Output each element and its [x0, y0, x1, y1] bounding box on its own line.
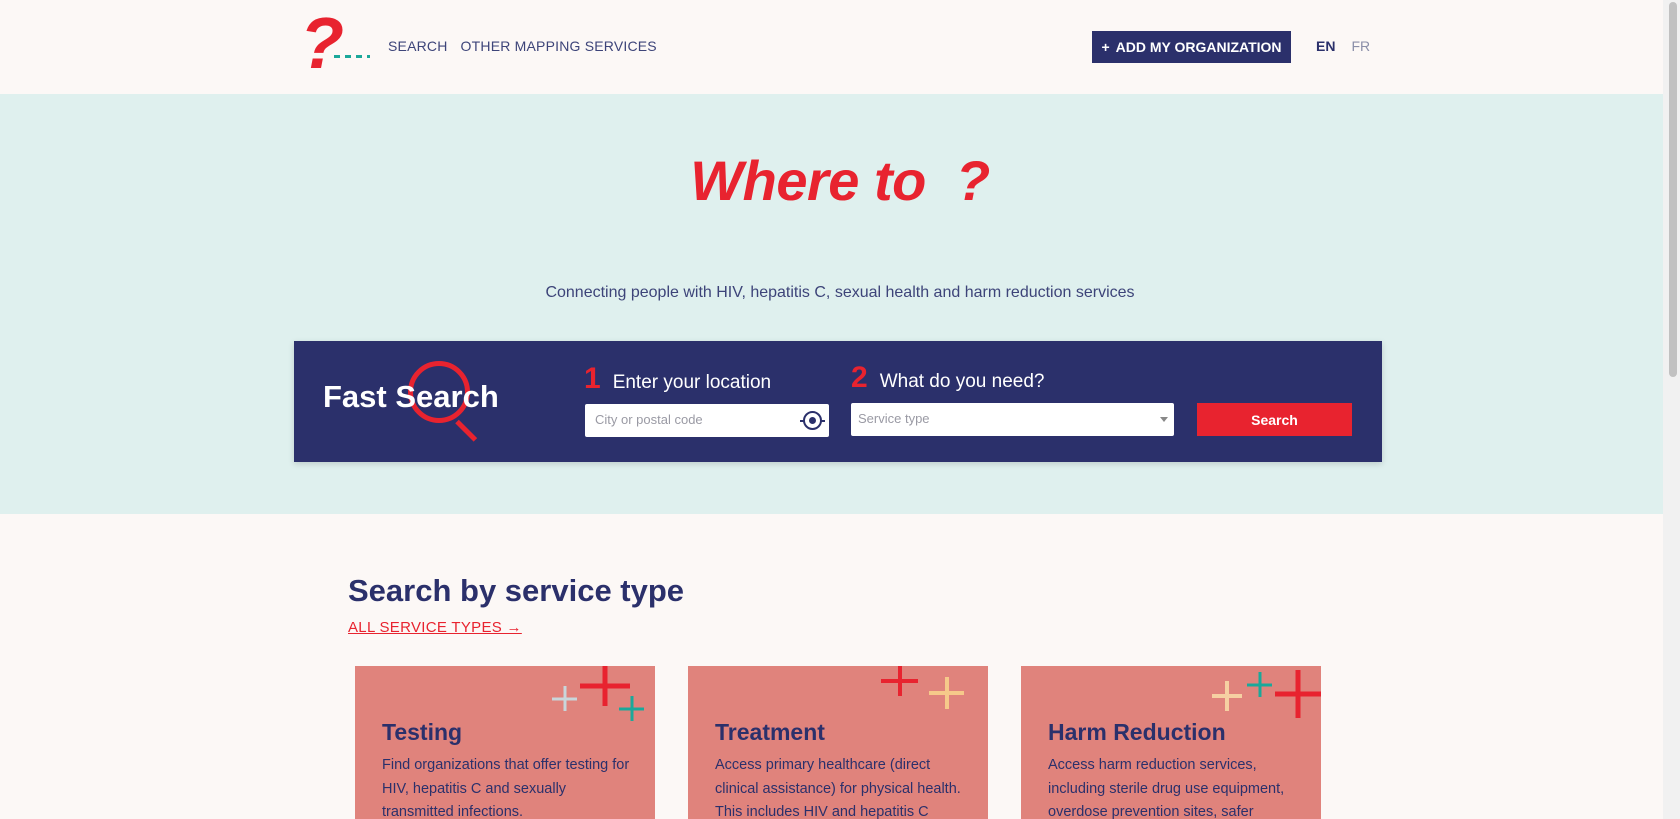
card-text: Access primary healthcare (direct clinic… — [715, 757, 961, 819]
add-organization-button[interactable]: + ADD MY ORGANIZATION — [1092, 31, 1291, 63]
logo-question-mark: ? — [300, 4, 344, 84]
step-label: What do you need? — [879, 371, 1045, 392]
card-text: Find organizations that offer testing fo… — [382, 757, 630, 819]
service-type-placeholder: Service type — [858, 411, 930, 426]
location-field — [585, 404, 829, 437]
scrollbar-thumb[interactable] — [1669, 2, 1677, 377]
plus-decoration-icon — [1275, 670, 1321, 718]
magnifier-handle — [455, 419, 478, 442]
service-types-heading: Search by service type — [348, 573, 685, 608]
nav-search-link[interactable]: SEARCH — [388, 38, 448, 54]
language-switcher: EN FR — [1316, 38, 1370, 54]
main-nav: SEARCH OTHER MAPPING SERVICES — [388, 38, 657, 54]
hero-title: Where to ? — [690, 149, 990, 212]
page-scrollbar[interactable] — [1663, 0, 1680, 819]
fast-search-panel: Fast Search 1 Enter your location 2 What… — [294, 341, 1382, 462]
service-type-select[interactable]: Service type — [851, 403, 1174, 436]
plus-decoration-icon — [552, 686, 577, 711]
geolocate-icon[interactable] — [800, 411, 825, 430]
plus-decoration-icon — [1212, 681, 1242, 711]
all-service-types-link[interactable]: ALL SERVICE TYPES → — [348, 619, 522, 636]
lang-en-link[interactable]: EN — [1316, 38, 1335, 54]
step-number: 2 — [851, 361, 868, 394]
plus-decoration-icon — [1247, 672, 1272, 697]
step-location: 1 Enter your location — [584, 362, 771, 396]
card-text: Access harm reduction services, includin… — [1048, 757, 1285, 819]
fast-search-title: Fast Search — [323, 379, 499, 414]
card-title: Testing — [382, 719, 463, 745]
lang-fr-link[interactable]: FR — [1351, 38, 1370, 54]
hero-subtitle: Connecting people with HIV, hepatitis C,… — [545, 284, 1135, 301]
search-button[interactable]: Search — [1197, 403, 1352, 436]
step-service: 2 What do you need? — [851, 361, 1044, 395]
plus-decoration-icon — [619, 696, 644, 721]
step-label: Enter your location — [612, 372, 772, 393]
card-title: Treatment — [715, 719, 825, 745]
site-logo[interactable]: ? — [300, 8, 372, 80]
chevron-down-icon — [1160, 417, 1168, 422]
add-organization-label: ADD MY ORGANIZATION — [1115, 39, 1282, 55]
service-card-harm-reduction[interactable]: Harm Reduction Access harm reduction ser… — [1021, 666, 1321, 819]
plus-icon: + — [1101, 39, 1110, 55]
service-card-treatment[interactable]: Treatment Access primary healthcare (dir… — [688, 666, 988, 819]
location-input[interactable] — [585, 404, 785, 435]
plus-decoration-icon — [881, 666, 918, 696]
service-card-testing[interactable]: Testing Find organizations that offer te… — [355, 666, 655, 819]
nav-other-mapping-link[interactable]: OTHER MAPPING SERVICES — [461, 38, 657, 54]
plus-decoration-icon — [929, 677, 964, 709]
hero-section: Where to ? Connecting people with HIV, h… — [0, 94, 1680, 514]
card-title: Harm Reduction — [1048, 719, 1226, 745]
logo-dashes — [334, 55, 370, 58]
step-number: 1 — [584, 362, 601, 395]
site-header: ? SEARCH OTHER MAPPING SERVICES + ADD MY… — [0, 0, 1680, 94]
